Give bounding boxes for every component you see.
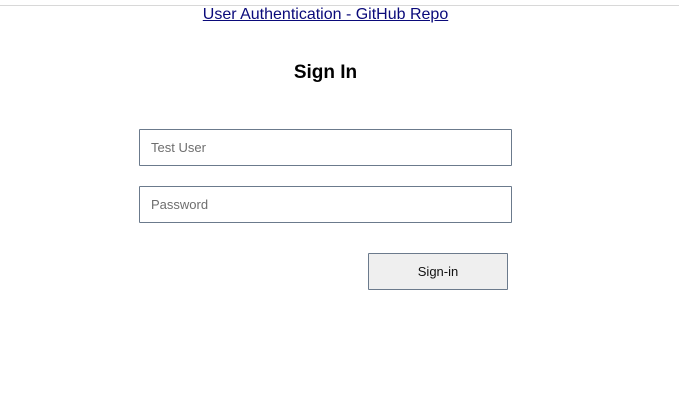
page-title: Sign In <box>293 62 358 83</box>
github-repo-link[interactable]: User Authentication - GitHub Repo <box>0 5 651 25</box>
password-field[interactable] <box>139 186 512 223</box>
username-field[interactable] <box>139 129 512 166</box>
page: User Authentication - GitHub Repo Sign I… <box>0 0 679 405</box>
sign-in-button[interactable]: Sign-in <box>368 253 508 290</box>
